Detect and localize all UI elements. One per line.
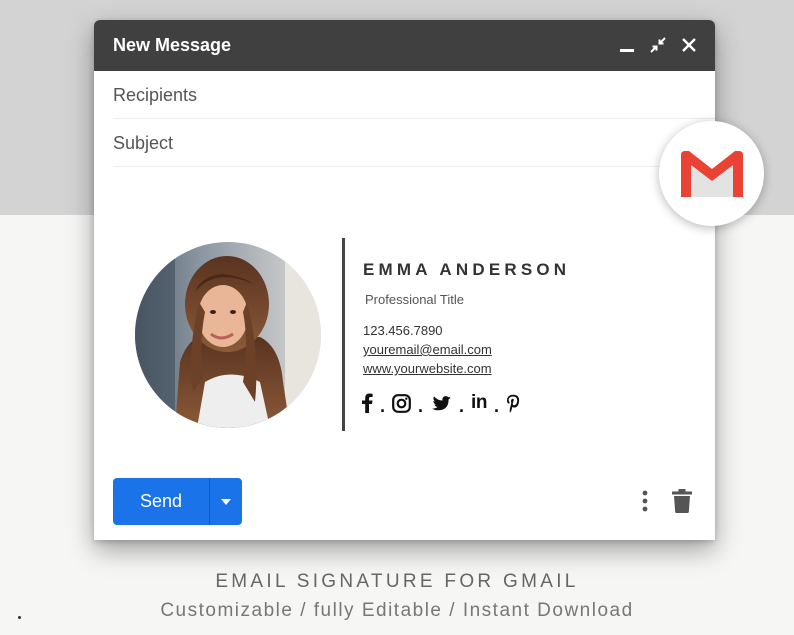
more-options-icon[interactable] bbox=[634, 488, 656, 514]
linkedin-icon[interactable]: in bbox=[471, 392, 487, 414]
recipients-field[interactable]: Recipients bbox=[113, 72, 715, 119]
subject-placeholder: Subject bbox=[113, 132, 174, 153]
signature-email-link[interactable]: youremail@email.com bbox=[363, 342, 492, 357]
minimize-icon[interactable] bbox=[616, 34, 638, 56]
instagram-icon[interactable] bbox=[392, 393, 411, 413]
send-label: Send bbox=[139, 491, 183, 511]
signature-divider bbox=[342, 238, 345, 431]
compose-title: New Message bbox=[113, 35, 232, 55]
gmail-logo-badge bbox=[659, 121, 764, 226]
separator-dot: . bbox=[418, 395, 424, 416]
signature-name: EMMA ANDERSON bbox=[363, 260, 571, 279]
decorative-dot bbox=[18, 616, 21, 619]
compose-window: New Message Recipients Subject EMMA ANDE… bbox=[94, 20, 715, 540]
signature-title: Professional Title bbox=[365, 292, 464, 307]
send-options-dropdown[interactable] bbox=[210, 478, 242, 525]
trash-icon[interactable] bbox=[670, 487, 694, 515]
separator-dot: . bbox=[493, 395, 499, 416]
social-links: . . . in . bbox=[361, 392, 520, 416]
compose-titlebar: New Message bbox=[94, 20, 715, 71]
separator-dot: . bbox=[459, 395, 465, 416]
close-icon[interactable] bbox=[678, 34, 700, 56]
caption-title: EMAIL SIGNATURE FOR GMAIL bbox=[215, 571, 579, 592]
signature-website-link[interactable]: www.yourwebsite.com bbox=[363, 361, 492, 376]
pinterest-icon[interactable] bbox=[506, 394, 520, 413]
recipients-placeholder: Recipients bbox=[113, 84, 198, 105]
subject-field[interactable]: Subject bbox=[113, 120, 715, 167]
facebook-icon[interactable] bbox=[361, 393, 373, 413]
exit-fullscreen-icon[interactable] bbox=[647, 34, 669, 56]
send-button[interactable]: Send bbox=[113, 478, 242, 525]
separator-dot: . bbox=[380, 395, 386, 416]
profile-photo bbox=[135, 242, 321, 428]
signature-phone: 123.456.7890 bbox=[363, 323, 443, 338]
caret-down-icon bbox=[221, 498, 231, 505]
caption-subtitle: Customizable / fully Editable / Instant … bbox=[160, 600, 634, 621]
twitter-icon[interactable] bbox=[430, 394, 452, 412]
gmail-icon bbox=[678, 148, 745, 199]
